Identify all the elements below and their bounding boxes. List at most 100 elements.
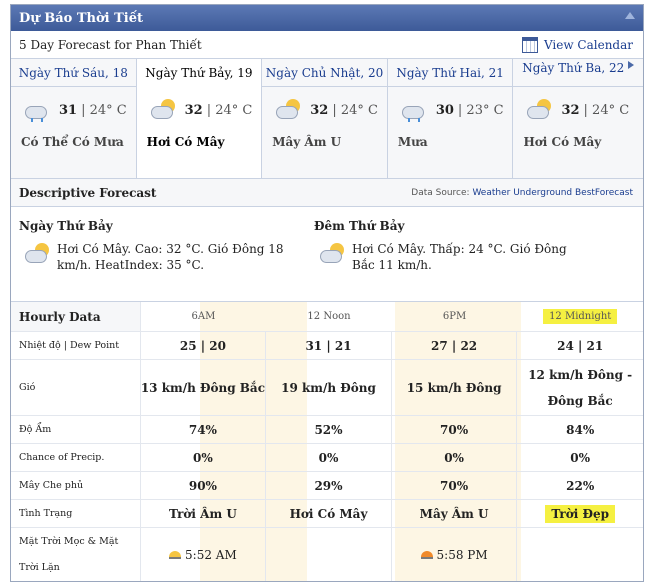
day-tab-4[interactable]: Ngày Thứ Hai, 21 30 | 23° C Mưa [387, 59, 514, 178]
day-low: | 23° C [457, 102, 504, 118]
partly-cloudy-icon [149, 99, 177, 121]
descriptive-header: Descriptive Forecast Data Source: Weathe… [11, 179, 643, 207]
table-cell: 25 | 20 [141, 332, 267, 359]
table-cell: 0% [570, 450, 591, 465]
location-text: 5 Day Forecast for Phan Thiết [19, 37, 202, 52]
data-source-label: Data Source: [411, 187, 470, 198]
row-label: Chance of Precip. [11, 444, 141, 471]
forecast-subheader: 5 Day Forecast for Phan Thiết View Calen… [11, 31, 643, 59]
day-tab-5[interactable]: Ngày Thứ Ba, 22 32 | 24° C Hơi Có Mây [513, 59, 643, 178]
descriptive-forecast: Ngày Thứ Bảy Hơi Có Mây. Cao: 32 °C. Gió… [11, 207, 643, 302]
partly-cloudy-icon [274, 99, 302, 121]
table-cell: 12 km/h Đông - Đông Bắc [528, 367, 633, 408]
day-forecast-heading: Ngày Thứ Bảy [19, 219, 113, 233]
table-cell: 74% [141, 416, 267, 443]
table-cell: 90% [141, 472, 267, 499]
table-cell: 19 km/h Đông [266, 360, 392, 415]
partly-cloudy-icon [318, 243, 346, 265]
sunset-cell: 5:58 PM [392, 528, 518, 581]
sun-row: Mặt Trời Mọc & Mặt Trời Lặn 5:52 AM 5:58… [11, 528, 643, 581]
empty-cell [266, 528, 392, 581]
view-calendar-label: View Calendar [543, 37, 633, 52]
table-cell: Hơi Có Mây [266, 500, 392, 527]
table-cell: 24 | 21 [557, 338, 604, 353]
day-tab-3[interactable]: Ngày Chủ Nhật, 20 32 | 24° C Mây Âm U [262, 59, 388, 178]
day-condition: Mưa [397, 135, 428, 149]
sunset-time: 5:58 PM [436, 548, 488, 562]
collapse-arrow-icon[interactable] [625, 12, 635, 19]
partly-cloudy-icon [525, 99, 553, 121]
table-cell: 0% [392, 444, 518, 471]
time-header: 6AM [191, 311, 216, 322]
panel-titlebar: Dự Báo Thời Tiết [11, 5, 643, 31]
row-label: Mặt Trời Mọc & Mặt Trời Lặn [11, 528, 141, 581]
day-tab-2[interactable]: Ngày Thứ Bảy, 19 32 | 24° C Hơi Có Mây [136, 59, 263, 178]
night-forecast-text: Hơi Có Mây. Thấp: 24 °C. Gió Đông Bắc 11… [352, 242, 567, 272]
forecast-panel: Dự Báo Thời Tiết 5 Day Forecast for Phan… [10, 4, 644, 582]
day-tabs: Ngày Thứ Sáu, 18 31 | 24° C Có Thể Có Mư… [11, 59, 643, 179]
table-cell: Mây Âm U [392, 500, 518, 527]
day-label: Ngày Thứ Ba, 22 [522, 61, 625, 75]
hourly-header-row: Hourly Data 6AM 12 Noon 6PM 12 Midnight [11, 302, 643, 332]
rain-cloud-icon [23, 99, 51, 122]
partly-cloudy-icon [23, 243, 51, 265]
day-high: 30 [435, 102, 454, 118]
day-high: 32 [184, 102, 203, 118]
day-label: Ngày Chủ Nhật, 20 [265, 65, 384, 80]
table-cell: 0% [266, 444, 392, 471]
row-label: Độ Ẩm [11, 416, 141, 443]
day-label: Ngày Thứ Hai, 21 [396, 65, 504, 80]
day-tab-1[interactable]: Ngày Thứ Sáu, 18 31 | 24° C Có Thể Có Mư… [11, 59, 137, 178]
table-row: Nhiệt độ | Dew Point 25 | 20 31 | 21 27 … [11, 332, 643, 360]
row-label: Mây Che phủ [11, 472, 141, 499]
table-cell: 29% [266, 472, 392, 499]
sunrise-icon [169, 551, 182, 559]
data-source-link[interactable]: Weather Underground BestForecast [472, 188, 633, 198]
descriptive-title: Descriptive Forecast [19, 185, 157, 200]
row-label: Nhiệt độ | Dew Point [11, 332, 141, 359]
panel-title: Dự Báo Thời Tiết [19, 10, 144, 26]
sunrise-cell: 5:52 AM [141, 528, 267, 581]
view-calendar-link[interactable]: View Calendar [521, 36, 633, 53]
sunset-icon [420, 551, 433, 559]
day-forecast-text: Hơi Có Mây. Cao: 32 °C. Gió Đông 18 km/h… [57, 242, 284, 272]
midnight-highlight: 12 Midnight [543, 309, 618, 324]
table-cell: 22% [566, 478, 595, 493]
day-low: | 24° C [332, 102, 378, 118]
table-cell: 0% [141, 444, 267, 471]
day-low: | 24° C [206, 102, 253, 118]
day-high: 31 [59, 102, 78, 118]
table-row: Mây Che phủ 90% 29% 70% 22% [11, 472, 643, 500]
day-high: 32 [310, 102, 329, 118]
table-cell: Trời Âm U [141, 500, 267, 527]
day-label: Ngày Thứ Bảy, 19 [145, 66, 253, 80]
hourly-title: Hourly Data [11, 302, 141, 331]
night-forecast-heading: Đêm Thứ Bảy [314, 219, 405, 233]
table-cell: 15 km/h Đông [392, 360, 518, 415]
rain-cloud-icon [400, 99, 428, 122]
time-header: 12 Midnight [517, 302, 643, 331]
hourly-data: Hourly Data 6AM 12 Noon 6PM 12 Midnight … [11, 302, 643, 581]
table-cell: 27 | 22 [392, 332, 518, 359]
day-low: | 24° C [583, 102, 630, 118]
next-arrow-icon[interactable] [628, 61, 635, 69]
day-condition: Mây Âm U [272, 135, 342, 149]
day-condition: Hơi Có Mây [146, 135, 225, 149]
night-forecast: Đêm Thứ Bảy Hơi Có Mây. Thấp: 24 °C. Gió… [314, 219, 609, 301]
row-label: Gió [11, 360, 141, 415]
table-row: Độ Ẩm 74% 52% 70% 84% [11, 416, 643, 444]
day-low: | 24° C [81, 102, 127, 118]
day-forecast: Ngày Thứ Bảy Hơi Có Mây. Cao: 32 °C. Gió… [19, 219, 314, 301]
table-cell: 52% [266, 416, 392, 443]
table-row: Tình Trạng Trời Âm U Hơi Có Mây Mây Âm U… [11, 500, 643, 528]
row-label: Tình Trạng [11, 500, 141, 527]
table-cell: Trời Đẹp [517, 500, 643, 527]
table-cell: 70% [392, 472, 518, 499]
table-row: Gió 13 km/h Đông Bắc 19 km/h Đông 15 km/… [11, 360, 643, 416]
table-cell: 70% [392, 416, 518, 443]
day-high: 32 [561, 102, 580, 118]
time-header: 6PM [442, 311, 467, 322]
table-cell: 13 km/h Đông Bắc [141, 360, 267, 415]
day-condition: Có Thể Có Mưa [21, 135, 124, 149]
table-row: Chance of Precip. 0% 0% 0% 0% [11, 444, 643, 472]
